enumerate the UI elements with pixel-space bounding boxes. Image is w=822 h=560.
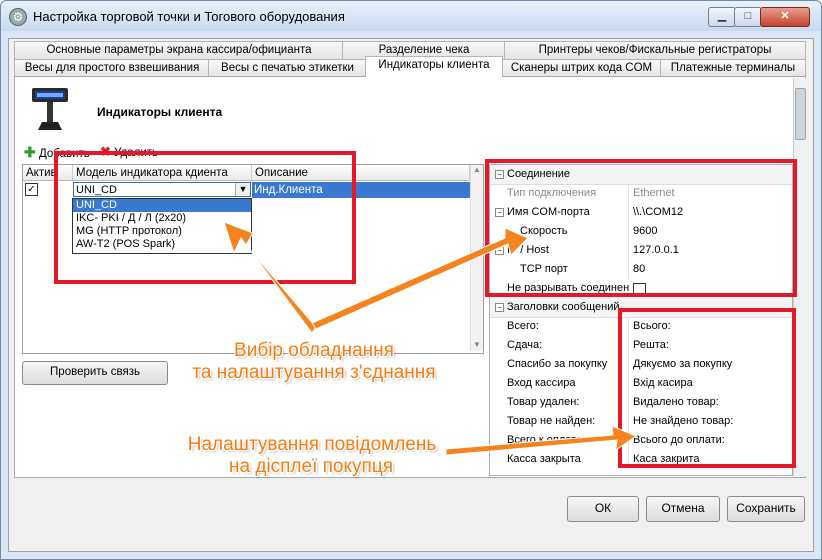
indicators-grid: Актив Модель индикатора кдиента Описание…: [22, 164, 484, 354]
annotation-equipment-2: та налаштування з'єднання: [192, 362, 436, 383]
red-x-icon: ✖: [100, 144, 111, 159]
prop-name: Вход кассира: [507, 377, 576, 389]
annotation-messages-1: Налаштування повідомлень: [187, 434, 437, 455]
prop-row[interactable]: − Имя COM-порта \\.\COM12: [490, 203, 792, 222]
prop-name: Товар удален:: [507, 396, 580, 408]
prop-row[interactable]: − IP / Host 127.0.0.1: [490, 241, 792, 260]
dropdown-option[interactable]: IKC- PKI / Д / Л (2x20): [73, 212, 251, 225]
ok-button[interactable]: ОК: [567, 496, 639, 522]
prop-row[interactable]: Сдача: Решта:: [490, 336, 792, 355]
prop-row[interactable]: Всего к оплате: Всього до оплати:: [490, 431, 792, 450]
category-messages[interactable]: − Заголовки сообщений: [490, 298, 792, 318]
prop-name: Скорость: [520, 225, 568, 237]
add-button[interactable]: ✚ Добавить: [24, 144, 90, 161]
category-label: Соединение: [507, 168, 571, 180]
collapse-icon[interactable]: −: [495, 246, 504, 255]
prop-row[interactable]: Не разрывать соединен: [490, 279, 792, 298]
minimize-button[interactable]: ▁: [708, 7, 736, 27]
tab-customer-displays[interactable]: Индикаторы клиента: [365, 56, 503, 77]
customer-display-icon: [32, 88, 68, 130]
plus-icon: ✚: [24, 144, 36, 160]
dropdown-option[interactable]: AW-T2 (POS Spark): [73, 238, 251, 251]
prop-value: 9600: [633, 225, 658, 237]
prop-value: Каса закрита: [633, 453, 700, 465]
model-combo[interactable]: UNI_CD ▼: [73, 182, 251, 197]
annotation-messages-2: на дісплеї покупця: [229, 456, 393, 477]
model-dropdown-list[interactable]: UNI_CD IKC- PKI / Д / Л (2x20) MG (HTTP …: [72, 198, 252, 254]
prop-value: Всього до оплати:: [633, 434, 725, 446]
title-bar: ⚙ Настройка торговой точки и Тогового об…: [1, 1, 821, 31]
chevron-down-icon[interactable]: ▼: [235, 183, 250, 196]
col-model[interactable]: Модель индикатора кдиента: [73, 165, 252, 181]
tab-printers[interactable]: Принтеры чеков/Фискальные регистраторы: [504, 41, 806, 60]
prop-value: 80: [633, 263, 646, 275]
category-connection[interactable]: − Соединение: [490, 165, 792, 185]
collapse-icon[interactable]: −: [495, 303, 504, 312]
gear-icon: ⚙: [9, 8, 27, 26]
prop-value: \\.\COM12: [633, 206, 684, 218]
prop-value: Дякуємо за покупку: [633, 358, 733, 370]
prop-name: Товар не найден:: [507, 415, 596, 427]
close-button[interactable]: ✕: [760, 7, 810, 27]
prop-value: Ethernet: [633, 187, 675, 199]
prop-name: Не разрывать соединен: [507, 282, 630, 294]
category-label: Заголовки сообщений: [507, 301, 620, 313]
dropdown-option[interactable]: UNI_CD: [73, 199, 251, 212]
window-title: Настройка торговой точки и Тогового обор…: [33, 9, 345, 24]
prop-value: 127.0.0.1: [633, 244, 679, 256]
prop-name: Имя COM-порта: [507, 206, 590, 218]
prop-value: Не знайдено товар:: [633, 415, 734, 427]
row-description: Инд.Клиента: [252, 182, 470, 198]
table-row[interactable]: ✓ UNI_CD ▼ Инд.Клиента: [23, 182, 470, 198]
collapse-icon[interactable]: −: [495, 170, 504, 179]
prop-row[interactable]: Товар не найден: Не знайдено товар:: [490, 412, 792, 431]
prop-name: Всего:: [507, 320, 539, 332]
model-combo-value: UNI_CD: [76, 184, 117, 196]
prop-row[interactable]: TCP порт 80: [490, 260, 792, 279]
prop-value: Вхід касира: [633, 377, 693, 389]
prop-row[interactable]: Касса закрыта Каса закрита: [490, 450, 792, 469]
annotation-equipment-1: Вибір обладнання: [234, 340, 394, 361]
delete-label: Удалить: [114, 147, 159, 159]
prop-value: Видалено товар:: [633, 396, 719, 408]
save-button[interactable]: Сохранить: [727, 496, 805, 522]
property-grid: − Соединение Тип подключения Ethernet − …: [489, 164, 793, 476]
maximize-button[interactable]: □: [734, 7, 762, 27]
prop-row[interactable]: Тип подключения Ethernet: [490, 184, 792, 203]
col-active[interactable]: Актив: [23, 165, 73, 181]
collapse-icon[interactable]: −: [495, 208, 504, 217]
cancel-button[interactable]: Отмена: [646, 496, 720, 522]
prop-name: Спасибо за покупку: [507, 358, 608, 370]
check-connection-button[interactable]: Проверить связь: [22, 361, 168, 385]
page-scrollbar[interactable]: [793, 78, 806, 476]
prop-value: Всього:: [633, 320, 671, 332]
prop-name: IP / Host: [507, 244, 549, 256]
prop-name: Всего к оплате:: [507, 434, 586, 446]
col-description[interactable]: Описание: [252, 165, 470, 181]
keep-connection-checkbox[interactable]: [633, 283, 646, 296]
prop-name: Тип подключения: [507, 187, 597, 199]
dropdown-option[interactable]: MG (HTTP протокол): [73, 225, 251, 238]
grid-scrollbar[interactable]: ▲ ▼: [470, 165, 483, 351]
section-title: Индикаторы клиента: [97, 105, 223, 119]
add-label: Добавить: [38, 148, 90, 160]
delete-button[interactable]: ✖ Удалить: [100, 144, 158, 160]
prop-name: TCP порт: [520, 263, 568, 275]
prop-name: Сдача:: [507, 339, 543, 351]
prop-value: Решта:: [633, 339, 669, 351]
prop-row[interactable]: Спасибо за покупку Дякуємо за покупку: [490, 355, 792, 374]
prop-name: Касса закрыта: [507, 453, 581, 465]
active-checkbox[interactable]: ✓: [25, 183, 38, 196]
prop-row[interactable]: Вход кассира Вхід касира: [490, 374, 792, 393]
prop-row[interactable]: Скорость 9600: [490, 222, 792, 241]
prop-row[interactable]: Товар удален: Видалено товар:: [490, 393, 792, 412]
prop-row[interactable]: Всего: Всього:: [490, 317, 792, 336]
tab-main-params[interactable]: Основные параметры экрана кассира/официа…: [14, 41, 344, 60]
